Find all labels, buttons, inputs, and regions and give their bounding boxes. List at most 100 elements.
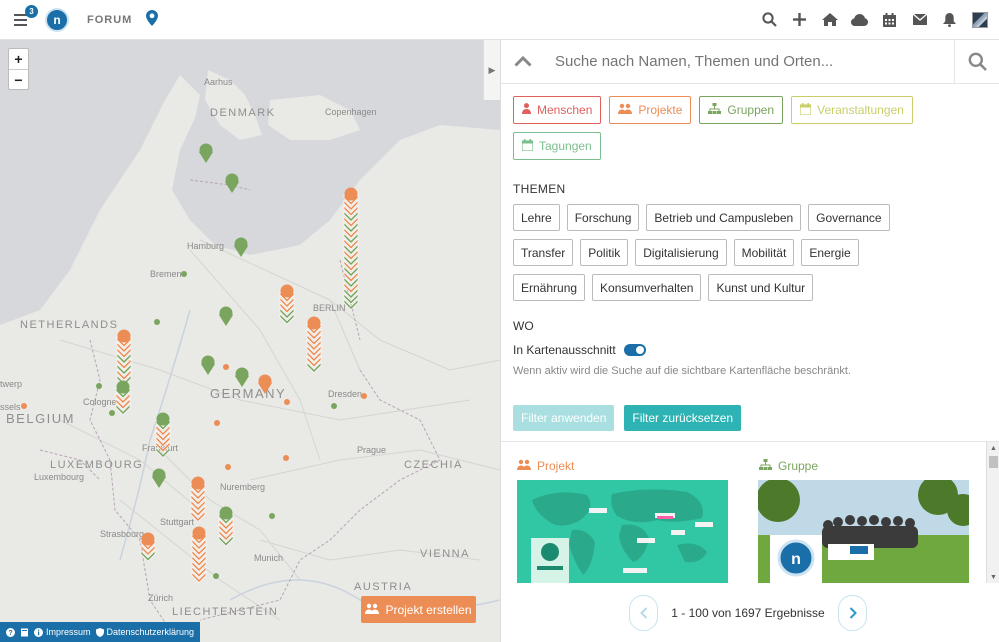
map-marker-cluster[interactable] — [155, 412, 171, 458]
map-dot[interactable] — [331, 403, 337, 409]
map-marker-cluster[interactable] — [218, 506, 234, 547]
map-marker-cluster[interactable] — [343, 187, 359, 310]
filter-gruppen[interactable]: Gruppen — [699, 96, 784, 124]
map-marker-cluster[interactable] — [279, 284, 295, 325]
map-area-toggle[interactable] — [623, 344, 646, 356]
search-icon[interactable] — [758, 8, 781, 32]
mail-icon[interactable] — [908, 8, 931, 32]
filter-tagungen[interactable]: Tagungen — [513, 132, 601, 160]
home-icon[interactable] — [818, 8, 841, 32]
apply-filter-button[interactable]: Filter anwenden — [513, 405, 615, 431]
map-dot[interactable] — [96, 383, 102, 389]
cloud-icon[interactable] — [848, 8, 871, 32]
filter-veranstaltungen[interactable]: Veranstaltungen — [791, 96, 913, 124]
calendar-icon — [799, 102, 812, 118]
map-dot[interactable] — [361, 393, 367, 399]
map-area-toggle-label: In Kartenausschnitt — [513, 343, 616, 357]
filter-projekte[interactable]: Projekte — [609, 96, 692, 124]
bell-icon[interactable] — [938, 8, 961, 32]
impressum-link[interactable]: Impressum — [34, 627, 91, 637]
chevron-left-icon — [639, 607, 647, 619]
result-card-type: Gruppe — [759, 459, 818, 473]
topic-lehre[interactable]: Lehre — [513, 204, 560, 231]
map-dot[interactable] — [214, 420, 220, 426]
map-dot[interactable] — [284, 399, 290, 405]
topic-energie[interactable]: Energie — [801, 239, 859, 266]
map-marker-cluster[interactable] — [191, 526, 207, 583]
pagination-text: 1 - 100 von 1697 Ergebnisse — [671, 606, 825, 620]
filter-menschen[interactable]: Menschen — [513, 96, 602, 124]
map-marker-cluster[interactable] — [190, 476, 206, 522]
create-project-button[interactable]: Projekt erstellen — [361, 596, 476, 623]
map-dot[interactable] — [109, 410, 115, 416]
scroll-thumb[interactable] — [989, 456, 998, 468]
result-card-project[interactable]: Projekt — [501, 442, 743, 583]
create-project-label: Projekt erstellen — [385, 602, 472, 617]
topic-politik[interactable]: Politik — [580, 239, 629, 266]
search-panel: Menschen Projekte Gruppen Veranstaltunge… — [500, 39, 999, 642]
map-area-toggle-row: In Kartenausschnitt — [513, 343, 999, 357]
topic-kunst-und-kultur[interactable]: Kunst und Kultur — [708, 274, 814, 301]
scroll-up-icon[interactable]: ▲ — [987, 442, 999, 454]
forum-link[interactable]: FORUM — [87, 14, 132, 26]
calendar-icon[interactable] — [878, 8, 901, 32]
map-marker[interactable] — [199, 143, 213, 164]
impressum-label: Impressum — [46, 627, 91, 637]
topic-governance[interactable]: Governance — [808, 204, 890, 231]
topic-mobilität[interactable]: Mobilität — [733, 239, 795, 266]
wo-title: WO — [513, 319, 534, 333]
map-dot[interactable] — [154, 319, 160, 325]
topic-digitalisierung[interactable]: Digitalisierung — [635, 239, 727, 266]
map-dot[interactable] — [21, 403, 27, 409]
chevron-up-icon[interactable] — [501, 56, 545, 67]
next-page-button[interactable] — [838, 595, 867, 631]
result-card-type-label: Gruppe — [778, 459, 819, 473]
map-dot[interactable] — [225, 464, 231, 470]
reset-filter-button[interactable]: Filter zurücksetzen — [624, 405, 742, 431]
search-input[interactable] — [545, 40, 954, 83]
menu-icon[interactable]: 3 — [14, 4, 38, 31]
book-icon[interactable] — [20, 628, 29, 637]
previous-page-button[interactable] — [629, 595, 658, 631]
avatar[interactable] — [968, 8, 991, 32]
map-marker[interactable] — [258, 374, 272, 395]
map-dot[interactable] — [223, 364, 229, 370]
datenschutz-link[interactable]: Datenschutzerklärung — [95, 627, 194, 637]
map-marker[interactable] — [234, 237, 248, 258]
topic-betrieb-und-campusleben[interactable]: Betrieb und Campusleben — [646, 204, 802, 231]
map-marker[interactable] — [152, 468, 166, 489]
search-button[interactable] — [954, 39, 999, 84]
users-icon — [365, 603, 380, 617]
map-dot[interactable] — [269, 513, 275, 519]
map-marker[interactable] — [201, 355, 215, 376]
shield-icon — [95, 627, 104, 637]
top-bar: 3 n FORUM — [0, 0, 999, 40]
map-marker-cluster[interactable] — [116, 329, 132, 386]
scroll-down-icon[interactable]: ▼ — [987, 571, 999, 583]
map-marker[interactable] — [235, 367, 249, 388]
map-marker[interactable] — [219, 306, 233, 327]
info-icon — [34, 627, 43, 637]
topic-konsumverhalten[interactable]: Konsumverhalten — [592, 274, 702, 301]
topic-forschung[interactable]: Forschung — [566, 204, 640, 231]
help-icon[interactable]: ? — [6, 627, 15, 637]
chevron-right-icon — [849, 607, 857, 619]
plus-icon[interactable] — [788, 8, 811, 32]
result-card-group[interactable]: Gruppe n — [743, 442, 985, 583]
map-marker[interactable] — [225, 173, 239, 194]
topic-filters: Lehre Forschung Betrieb und Campusleben Gov… — [501, 196, 941, 301]
topic-ernährung[interactable]: Ernährung — [513, 274, 586, 301]
filter-tagungen-label: Tagungen — [539, 139, 592, 153]
map-pin-icon[interactable] — [146, 10, 159, 29]
results-scrollbar[interactable]: ▲ ▼ — [986, 442, 999, 583]
map-marker-cluster[interactable] — [115, 380, 131, 415]
map-dot[interactable] — [181, 271, 187, 277]
map-marker-cluster[interactable] — [140, 532, 156, 562]
topic-transfer[interactable]: Transfer — [513, 239, 574, 266]
map-dot[interactable] — [213, 573, 219, 579]
filter-gruppen-label: Gruppen — [727, 103, 775, 117]
map-dot[interactable] — [283, 455, 289, 461]
map-view[interactable]: + − ▶ Aarhus DENMARK Copenhagen Hamburg … — [0, 40, 500, 642]
map-marker-cluster[interactable] — [306, 316, 322, 373]
logo[interactable]: n — [45, 7, 69, 32]
